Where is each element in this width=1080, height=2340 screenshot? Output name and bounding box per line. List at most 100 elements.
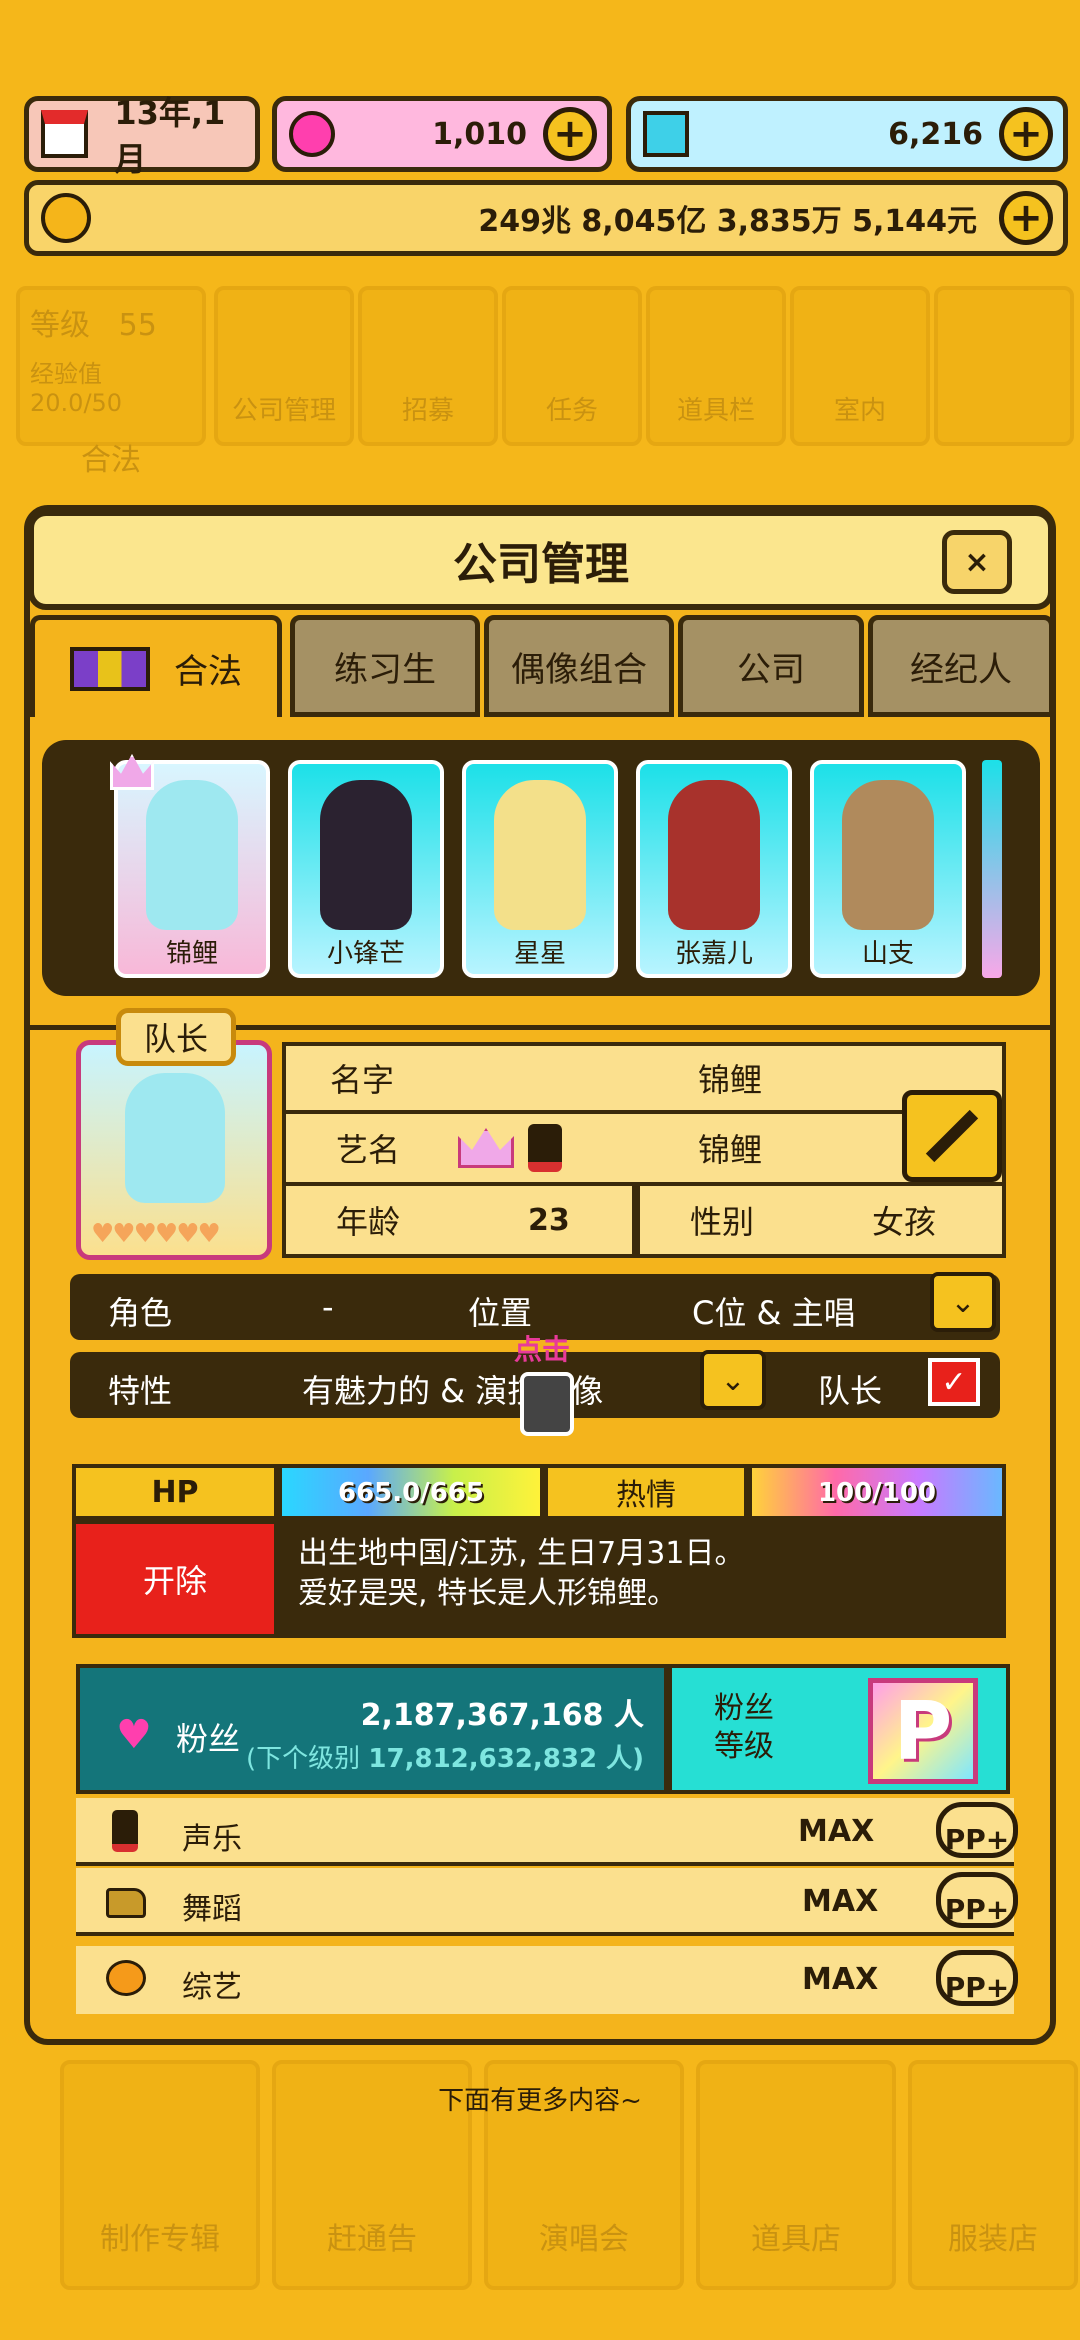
bg-menu-company: 公司管理 (214, 286, 354, 446)
trait-dropdown-button[interactable]: ⌄ (700, 1350, 766, 1410)
leader-checkbox[interactable]: ✓ (928, 1358, 980, 1406)
bg-menu-task: 任务 (502, 286, 642, 446)
fans-next-value: 17,812,632,832 人) (368, 1744, 644, 1774)
skill-value: MAX (798, 1814, 875, 1849)
gender-row: 性别 女孩 (636, 1186, 1006, 1258)
crown-icon (110, 754, 154, 790)
age-label: 年龄 (336, 1203, 401, 1241)
idol-name: 锦鲤 (165, 939, 218, 969)
calendar-icon (41, 110, 89, 158)
portrait-avatar (125, 1073, 225, 1203)
pink-gem-count: 1,010 (432, 116, 527, 152)
skill-pp-label: PP+ (944, 1823, 1010, 1856)
idol-card[interactable]: 小锋芒 (288, 760, 444, 978)
skill-pp-button[interactable]: PP+ (936, 1950, 1018, 2006)
add-blue-gem-button[interactable]: + (999, 107, 1053, 161)
check-icon: ✓ (941, 1364, 967, 1400)
tab-company[interactable]: 公司 (678, 615, 864, 717)
name-value: 锦鲤 (698, 1061, 763, 1099)
cat-cursor-icon (520, 1372, 574, 1436)
bio-box: 出生地中国/江苏, 生日7月31日。 爱好是哭, 特长是人形锦鲤。 (278, 1520, 1006, 1638)
dialog-title: 公司管理 (453, 539, 629, 590)
variety-icon (106, 1960, 146, 1996)
fans-next-prefix: (下个级别 (246, 1744, 361, 1774)
idol-name: 山支 (861, 939, 914, 969)
money-display: 249兆 8,045亿 3,835万 5,144元 + (24, 180, 1068, 256)
pink-gem-icon (289, 111, 335, 157)
skill-row-variety: 综艺 MAX PP+ (76, 1946, 1018, 2014)
idol-name: 小锋芒 (326, 939, 405, 969)
idol-card[interactable]: 山支 (810, 760, 966, 978)
leader-badge-text: 队长 (143, 1020, 208, 1058)
fans-grade-letter: P (893, 1684, 953, 1778)
close-icon: × (964, 544, 990, 580)
age-value: 23 (528, 1202, 570, 1238)
blue-gem-count: 6,216 (888, 116, 983, 152)
tab-idol-group-label: 偶像组合 (511, 649, 647, 690)
fire-button-label: 开除 (142, 1562, 207, 1600)
skill-pp-label: PP+ (944, 1971, 1010, 2004)
bg-menu-indoor: 室内 (790, 286, 930, 446)
name-row: 名字 锦鲤 (282, 1042, 1006, 1114)
edit-button[interactable] (902, 1090, 1002, 1182)
pencil-icon (925, 1109, 979, 1163)
idol-avatar (842, 780, 934, 930)
coin-icon (41, 193, 91, 243)
shoe-icon (106, 1888, 146, 1918)
date-display: 13年,1月 (24, 94, 260, 178)
tab-manager[interactable]: 经纪人 (868, 615, 1054, 717)
idol-card[interactable]: 锦鲤 (110, 754, 270, 978)
tab-legal-label: 合法 (174, 652, 242, 692)
skill-name: 声乐 (182, 1822, 242, 1857)
microphone-icon (112, 1810, 138, 1852)
blue-gem-icon (643, 111, 689, 157)
skill-row-vocal: 声乐 MAX PP+ (76, 1798, 1018, 1866)
bg-level-label: 等级 (30, 308, 90, 343)
more-content-hint: 下面有更多内容~ (438, 2086, 642, 2116)
hp-label-box: HP (72, 1464, 278, 1520)
bg-menu-items: 道具栏 (646, 286, 786, 446)
tab-legal[interactable]: 合法 (30, 615, 282, 717)
idol-name: 张嘉儿 (674, 939, 753, 969)
trait-label: 特性 (108, 1372, 173, 1410)
stage-name-label: 艺名 (336, 1131, 401, 1169)
skill-name: 舞蹈 (182, 1892, 242, 1927)
idol-card[interactable]: 星星 (462, 760, 618, 978)
heart-icon: ♥ (116, 1712, 152, 1758)
position-dropdown-button[interactable]: ⌄ (930, 1272, 996, 1332)
hp-bar: 665.0/665 (278, 1464, 544, 1520)
skill-name: 综艺 (182, 1970, 242, 2005)
tap-hint: 点击 (514, 1333, 571, 1366)
tab-trainee-label: 练习生 (334, 649, 436, 690)
bg-mail-icon (934, 286, 1074, 446)
fire-button[interactable]: 开除 (72, 1520, 278, 1638)
idol-card[interactable]: 张嘉儿 (636, 760, 792, 978)
position-value: C位 & 主唱 (692, 1294, 856, 1332)
group-icon (70, 646, 150, 691)
name-label: 名字 (330, 1061, 395, 1099)
bg-menu-recruit: 招募 (358, 286, 498, 446)
idol-avatar (668, 780, 760, 930)
age-row: 年龄 23 (282, 1186, 636, 1258)
close-button[interactable]: × (942, 530, 1012, 594)
skill-value: MAX (802, 1884, 879, 1919)
fans-label: 粉丝 (176, 1720, 241, 1758)
fans-grade-icon: P (868, 1678, 978, 1784)
skill-pp-button[interactable]: PP+ (936, 1872, 1018, 1928)
skill-pp-button[interactable]: PP+ (936, 1802, 1018, 1858)
passion-value: 100/100 (817, 1478, 937, 1508)
idol-roster: 锦鲤 小锋芒 星星 张嘉儿 山支 (42, 740, 1040, 996)
gender-label: 性别 (690, 1203, 755, 1241)
role-value: - (322, 1288, 334, 1326)
leader-label: 队长 (818, 1372, 883, 1410)
add-pink-gem-button[interactable]: + (543, 107, 597, 161)
date-text: 13年,1月 (114, 94, 226, 178)
money-text: 249兆 8,045亿 3,835万 5,144元 (478, 204, 977, 239)
fans-level-label: 粉丝 等级 (714, 1691, 774, 1764)
bg-exp-label: 经验值 20.0/50 (30, 360, 123, 417)
bg-level-panel: 等级 55 经验值 20.0/50 合法 (16, 286, 206, 478)
tab-trainee[interactable]: 练习生 (290, 615, 480, 717)
add-money-button[interactable]: + (999, 191, 1053, 245)
tab-idol-group[interactable]: 偶像组合 (484, 615, 674, 717)
passion-label: 热情 (616, 1478, 676, 1513)
